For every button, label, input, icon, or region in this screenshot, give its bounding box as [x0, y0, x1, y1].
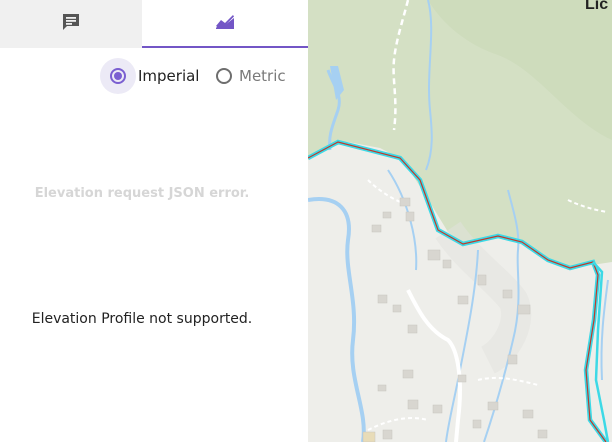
elevation-error-message: Elevation request JSON error.	[34, 186, 250, 201]
comment-icon	[61, 12, 81, 36]
panel-tabs	[0, 0, 308, 48]
tab-elevation[interactable]	[142, 0, 308, 48]
radio-selected-dot	[114, 72, 122, 80]
tab-comments[interactable]	[0, 0, 142, 48]
map-place-label: Lic	[585, 0, 609, 13]
elevation-chart-icon	[214, 12, 236, 34]
unit-selector: Imperial Metric	[0, 58, 308, 94]
elevation-panel: Imperial Metric Elevation request JSON e…	[0, 0, 308, 442]
map-canvas[interactable]	[308, 0, 612, 442]
elevation-unsupported-message: Elevation Profile not supported.	[31, 311, 253, 327]
radio-imperial-circle[interactable]	[110, 68, 126, 84]
map-view[interactable]: Lic	[308, 0, 612, 442]
radio-metric-halo	[213, 65, 235, 87]
radio-metric-label[interactable]: Metric	[239, 67, 286, 85]
radio-metric[interactable]: Metric	[213, 58, 286, 94]
radio-imperial-halo	[100, 58, 136, 94]
radio-imperial[interactable]: Imperial	[100, 58, 199, 94]
radio-imperial-label[interactable]: Imperial	[138, 67, 199, 85]
radio-metric-circle[interactable]	[216, 68, 232, 84]
